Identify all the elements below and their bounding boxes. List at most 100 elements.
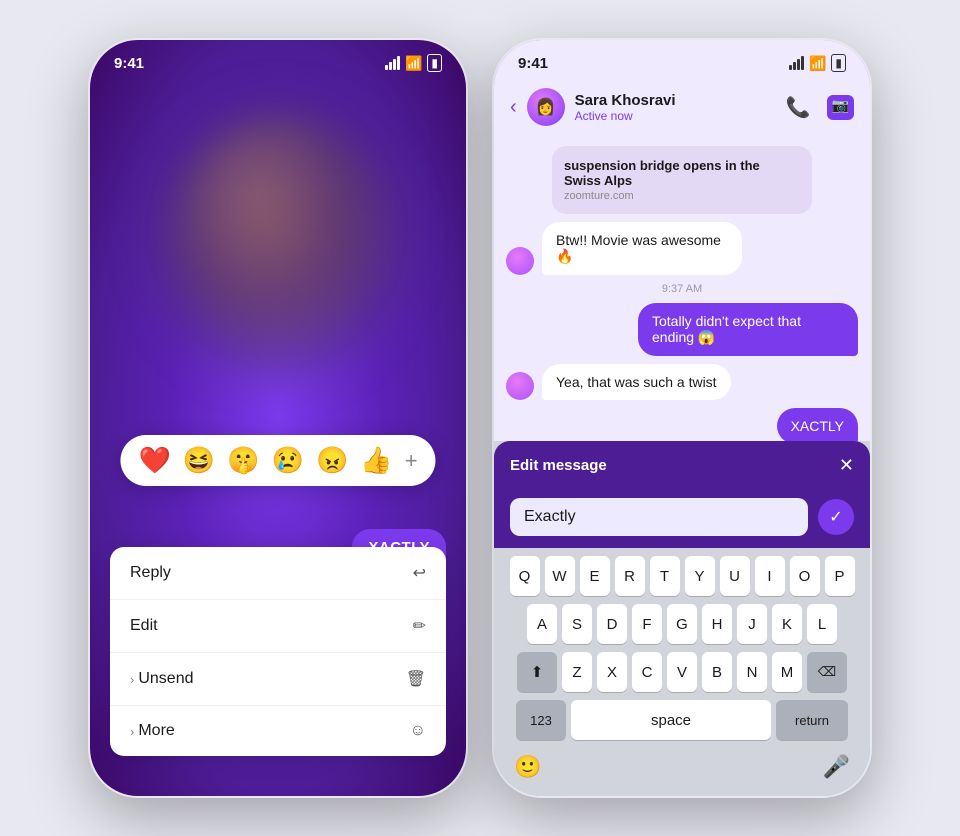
key-l[interactable]: L bbox=[807, 604, 837, 644]
phone-call-icon[interactable]: 📞 bbox=[786, 95, 811, 120]
key-row-1: Q W E R T Y U I O P bbox=[498, 556, 866, 596]
key-h[interactable]: H bbox=[702, 604, 732, 644]
key-row-2: A S D F G H J K L bbox=[498, 604, 866, 644]
key-d[interactable]: D bbox=[597, 604, 627, 644]
keyboard: Q W E R T Y U I O P A bbox=[494, 548, 870, 750]
edit-icon: ✏ bbox=[413, 616, 426, 636]
key-s[interactable]: S bbox=[562, 604, 592, 644]
context-unsend-label: Unsend bbox=[138, 670, 193, 688]
chevron-more-icon: › bbox=[130, 724, 134, 739]
more-icon: ☺ bbox=[410, 722, 426, 740]
contact-name: Sara Khosravi bbox=[575, 92, 776, 109]
emoji-button[interactable]: 🙂 bbox=[514, 754, 541, 780]
key-a[interactable]: A bbox=[527, 604, 557, 644]
edit-close-button[interactable]: ✕ bbox=[839, 455, 854, 476]
key-return[interactable]: return bbox=[776, 700, 848, 740]
reaction-thumbsup[interactable]: 👍 bbox=[360, 445, 392, 476]
context-edit[interactable]: Edit ✏ bbox=[110, 600, 446, 653]
link-preview: suspension bridge opens in the Swiss Alp… bbox=[552, 146, 812, 214]
key-c[interactable]: C bbox=[632, 652, 662, 692]
reaction-laugh[interactable]: 😆 bbox=[183, 445, 215, 476]
key-q[interactable]: Q bbox=[510, 556, 540, 596]
status-bar-left: 9:41 📶 ▮ bbox=[90, 40, 466, 80]
reaction-angry[interactable]: 😠 bbox=[316, 445, 348, 476]
chevron-unsend-icon: › bbox=[130, 672, 134, 687]
battery-icon-right: ▮ bbox=[831, 54, 846, 72]
signal-icon-right bbox=[789, 56, 804, 70]
key-row-3: ⬆ Z X C V B N M ⌫ bbox=[498, 652, 866, 692]
reaction-more[interactable]: + bbox=[405, 448, 418, 474]
checkmark-icon: ✓ bbox=[829, 507, 842, 527]
key-e[interactable]: E bbox=[580, 556, 610, 596]
link-title: suspension bridge opens in the Swiss Alp… bbox=[564, 158, 800, 188]
header-actions: 📞 📷 bbox=[786, 95, 854, 120]
context-more-label: More bbox=[138, 722, 174, 740]
contact-status: Active now bbox=[575, 109, 776, 123]
context-reply[interactable]: Reply ↩ bbox=[110, 547, 446, 600]
context-edit-label: Edit bbox=[130, 617, 158, 635]
key-backspace[interactable]: ⌫ bbox=[807, 652, 847, 692]
key-x[interactable]: X bbox=[597, 652, 627, 692]
key-w[interactable]: W bbox=[545, 556, 575, 596]
context-more[interactable]: › More ☺ bbox=[110, 706, 446, 756]
edit-input-row: ✓ bbox=[494, 490, 870, 548]
contact-avatar: 👩 bbox=[527, 88, 565, 126]
context-reply-label: Reply bbox=[130, 564, 171, 582]
link-url: zoomture.com bbox=[564, 190, 800, 202]
key-z[interactable]: Z bbox=[562, 652, 592, 692]
contact-info: Sara Khosravi Active now bbox=[575, 92, 776, 123]
key-u[interactable]: U bbox=[720, 556, 750, 596]
status-icons-left: 📶 ▮ bbox=[385, 54, 442, 72]
back-button[interactable]: ‹ bbox=[510, 96, 517, 119]
bubble-received-1: Btw!! Movie was awesome 🔥 bbox=[542, 222, 742, 275]
reaction-shush[interactable]: 🤫 bbox=[227, 445, 259, 476]
status-bar-right: 9:41 📶 ▮ bbox=[494, 40, 870, 80]
signal-icon bbox=[385, 56, 400, 70]
msg-sent-1: Totally didn't expect that ending 😱 bbox=[506, 303, 858, 356]
edit-submit-button[interactable]: ✓ bbox=[818, 499, 854, 535]
battery-icon: ▮ bbox=[427, 54, 442, 72]
keyboard-panel: Edit message ✕ ✓ Q bbox=[494, 441, 870, 796]
reaction-heart[interactable]: ❤️ bbox=[138, 445, 170, 476]
key-n[interactable]: N bbox=[737, 652, 767, 692]
key-y[interactable]: Y bbox=[685, 556, 715, 596]
bubble-sent-1: Totally didn't expect that ending 😱 bbox=[638, 303, 858, 356]
status-time-right: 9:41 bbox=[518, 55, 548, 72]
trash-icon: 🗑 bbox=[406, 669, 426, 689]
video-call-icon[interactable]: 📷 bbox=[827, 95, 854, 120]
context-unsend[interactable]: › Unsend 🗑 bbox=[110, 653, 446, 706]
key-row-bottom: 123 space return bbox=[498, 700, 866, 740]
key-123[interactable]: 123 bbox=[516, 700, 566, 740]
key-m[interactable]: M bbox=[772, 652, 802, 692]
phone-right: 9:41 📶 ▮ ‹ bbox=[492, 38, 872, 798]
key-f[interactable]: F bbox=[632, 604, 662, 644]
edit-message-title: Edit message bbox=[510, 457, 607, 474]
wifi-icon-right: 📶 bbox=[809, 55, 826, 72]
edit-input-field[interactable] bbox=[510, 498, 808, 536]
phone-left: 9:41 📶 ▮ ❤️ 😆 bbox=[88, 38, 468, 798]
key-j[interactable]: J bbox=[737, 604, 767, 644]
key-i[interactable]: I bbox=[755, 556, 785, 596]
key-b[interactable]: B bbox=[702, 652, 732, 692]
key-shift[interactable]: ⬆ bbox=[517, 652, 557, 692]
edit-message-bar: Edit message ✕ bbox=[494, 441, 870, 490]
msg-avatar-sm bbox=[506, 247, 534, 275]
reaction-cry[interactable]: 😢 bbox=[272, 445, 304, 476]
context-menu: Reply ↩ Edit ✏ › Unsend 🗑 bbox=[110, 547, 446, 756]
msg-avatar-sm-2 bbox=[506, 372, 534, 400]
reaction-bar[interactable]: ❤️ 😆 🤫 😢 😠 👍 + bbox=[120, 435, 435, 486]
key-r[interactable]: R bbox=[615, 556, 645, 596]
key-k[interactable]: K bbox=[772, 604, 802, 644]
status-time-left: 9:41 bbox=[114, 55, 144, 72]
key-t[interactable]: T bbox=[650, 556, 680, 596]
key-v[interactable]: V bbox=[667, 652, 697, 692]
key-o[interactable]: O bbox=[790, 556, 820, 596]
reply-icon: ↩ bbox=[413, 563, 426, 583]
chat-header: ‹ 👩 Sara Khosravi Active now 📞 📷 bbox=[494, 80, 870, 138]
key-p[interactable]: P bbox=[825, 556, 855, 596]
mic-button[interactable]: 🎤 bbox=[823, 754, 850, 780]
key-g[interactable]: G bbox=[667, 604, 697, 644]
key-space[interactable]: space bbox=[571, 700, 771, 740]
msg-time: 9:37 AM bbox=[506, 283, 858, 295]
wifi-icon: 📶 bbox=[405, 55, 422, 72]
